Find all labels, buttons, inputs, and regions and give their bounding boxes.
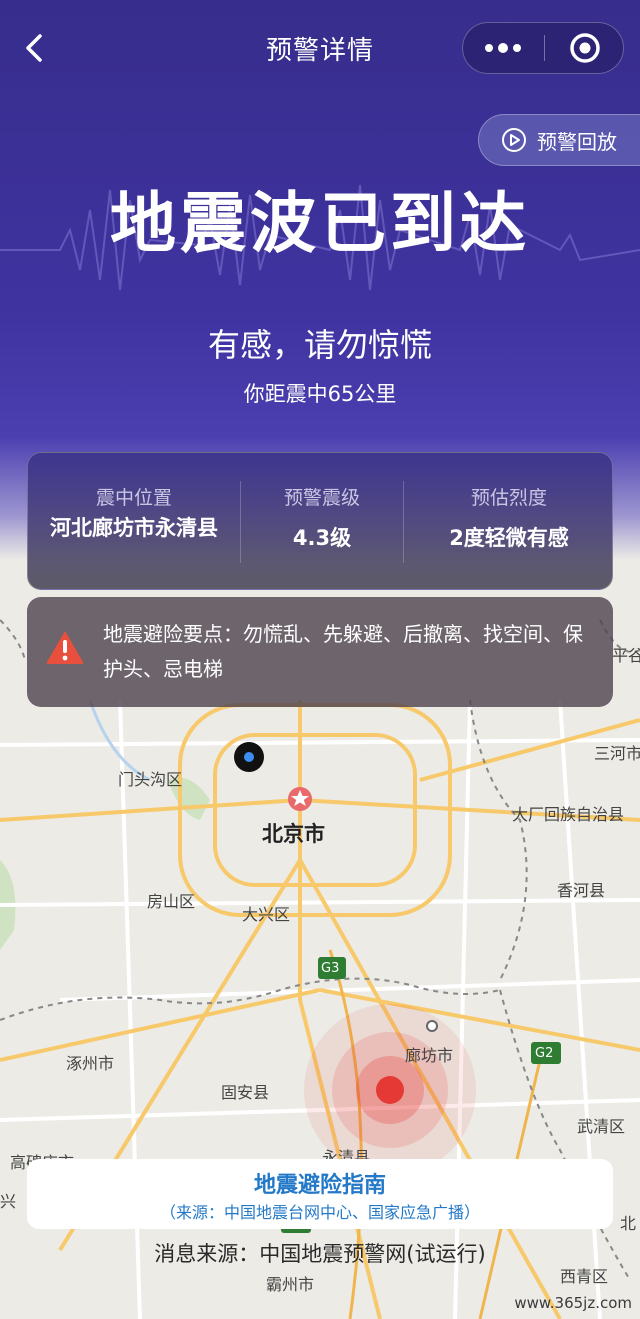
alert-subline: 有感，请勿惊慌 [207, 326, 432, 364]
epicenter-label: 震中位置 [95, 487, 172, 509]
highway-shield-g3: G3 [321, 961, 340, 976]
warning-triangle-icon [46, 631, 84, 664]
highway-shield-g2: G2 [535, 1046, 554, 1061]
safety-tips-card: 地震避险要点：勿慌乱、先躲避、后撤离、找空间、保护头、忌电梯 [27, 597, 613, 707]
replay-button[interactable]: 预警回放 [478, 114, 640, 166]
map-label-xiong: 兴 [0, 1192, 17, 1211]
map-label-bazhou: 霸州市 [266, 1275, 315, 1294]
quake-info-card: 震中位置 河北廊坊市永清县 预警震级 4.3级 预估烈度 2度轻微有感 [27, 452, 613, 590]
target-circle-icon [570, 33, 600, 63]
map-label-dachang: 大厂回族自治县 [512, 805, 625, 824]
intensity-label: 预估烈度 [470, 487, 547, 509]
map-label-sanhe: 三河市 [594, 744, 640, 763]
map-label-zhuozhou: 涿州市 [66, 1054, 115, 1073]
alert-headline: 地震波已到达 [110, 185, 530, 262]
map-label-langfang: 廊坊市 [405, 1046, 454, 1065]
map-label-xianghe: 香河县 [557, 881, 606, 900]
replay-label: 预警回放 [537, 129, 617, 154]
miniapp-capsule [462, 22, 624, 74]
nav-bar: 预警详情 [0, 0, 640, 96]
map-label-beijing: 北京市 [262, 822, 325, 846]
map-label-mentougou: 门头沟区 [118, 770, 183, 789]
magnitude-value: 4.3级 [292, 526, 352, 550]
map-label-wuqing: 武清区 [577, 1117, 626, 1136]
map-label-north-edge: 北 [620, 1214, 637, 1233]
close-miniapp-button[interactable] [545, 23, 625, 73]
magnitude-column: 预警震级 4.3级 [241, 453, 403, 591]
map-label-guan: 固安县 [221, 1083, 270, 1102]
intensity-value: 2度轻微有感 [449, 526, 569, 550]
safety-tips-text: 地震避险要点：勿慌乱、先躲避、后撤离、找空间、保护头、忌电梯 [103, 622, 583, 681]
play-circle-icon [502, 128, 526, 152]
magnitude-label: 预警震级 [283, 487, 360, 509]
guide-subtitle: （来源：中国地震台网中心、国家应急广播） [159, 1203, 480, 1222]
message-source: 消息来源：中国地震预警网(试运行) [154, 1242, 486, 1266]
map-label-fangshan: 房山区 [147, 892, 196, 911]
intensity-column: 预估烈度 2度轻微有感 [404, 453, 614, 591]
epicenter-column: 震中位置 河北廊坊市永清县 [28, 453, 240, 591]
guide-title: 地震避险指南 [253, 1173, 386, 1198]
map-label-pinggu: 平谷 [612, 646, 640, 665]
watermark: www.365jz.com [514, 1294, 632, 1312]
more-dots-icon [485, 43, 521, 53]
map-label-daxing: 大兴区 [242, 905, 291, 924]
safety-guide-button[interactable]: 地震避险指南 （来源：中国地震台网中心、国家应急广播） [27, 1159, 613, 1229]
epicenter-value: 河北廊坊市永清县 [50, 516, 218, 540]
more-button[interactable] [463, 23, 543, 73]
distance-text: 你距震中65公里 [243, 382, 397, 406]
